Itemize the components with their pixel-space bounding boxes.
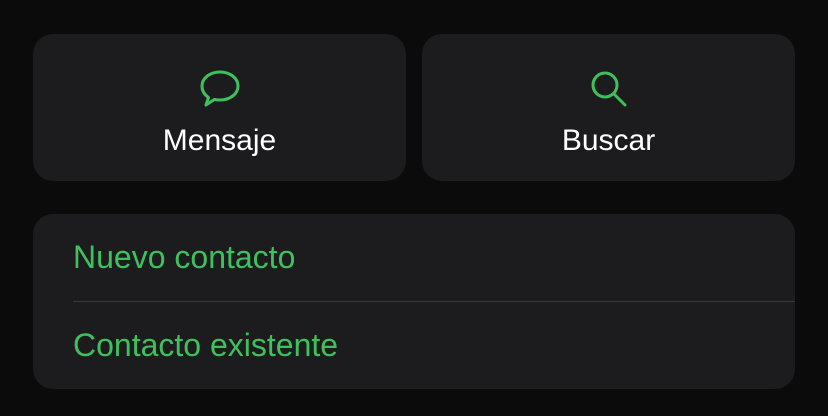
search-button[interactable]: Buscar [422,34,795,181]
screen: Mensaje Buscar Nuevo contacto Contacto e… [0,0,828,416]
new-contact-item[interactable]: Nuevo contacto [73,214,795,301]
existing-contact-item[interactable]: Contacto existente [73,302,795,389]
search-icon [587,67,631,111]
contact-options-list: Nuevo contacto Contacto existente [33,214,795,389]
message-button[interactable]: Mensaje [33,34,406,181]
search-button-label: Buscar [561,124,656,157]
message-bubble-icon [198,67,242,111]
message-button-label: Mensaje [162,124,277,157]
